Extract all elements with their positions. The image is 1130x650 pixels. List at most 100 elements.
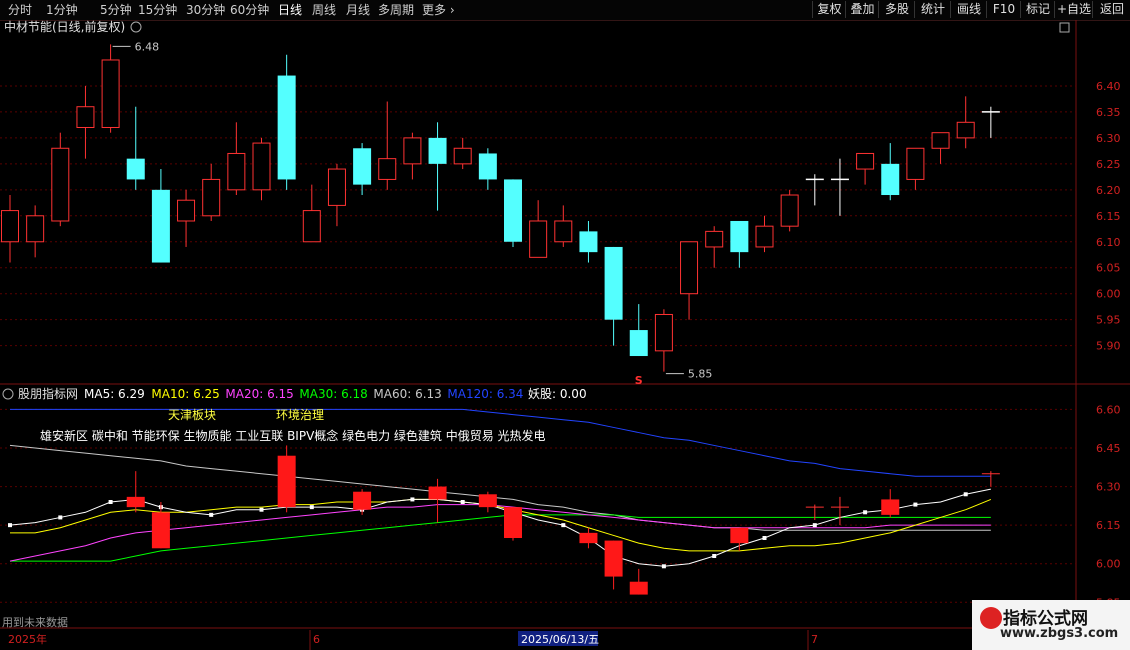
sub-candle-body-35 bbox=[881, 499, 900, 515]
main-y-tick-0: 5.90 bbox=[1096, 340, 1121, 353]
toolbar-button-2[interactable]: 多股 bbox=[878, 1, 915, 18]
ma5-dot-34 bbox=[863, 510, 868, 515]
candle-body-28 bbox=[705, 230, 724, 248]
candle-body-19 bbox=[478, 153, 497, 180]
candle-body-7 bbox=[177, 199, 196, 222]
sub-candle-body-29 bbox=[730, 527, 749, 544]
date-label-2: 2025/06/13/五 bbox=[521, 633, 599, 646]
sub-candle-body-25 bbox=[629, 581, 648, 595]
tag-label-1: 环境治理 bbox=[276, 407, 324, 422]
sub-candle-body-11 bbox=[277, 455, 296, 508]
period-tab-0[interactable]: 分时 bbox=[8, 2, 32, 18]
ma5-dot-30 bbox=[762, 536, 767, 540]
ma5-dot-16 bbox=[410, 497, 415, 502]
toolbar-button-8[interactable]: 返回 bbox=[1092, 1, 1130, 18]
ma5-dot-10 bbox=[259, 507, 264, 512]
sub-panel-title: 股朋指标网 bbox=[18, 386, 78, 401]
candle-body-1 bbox=[26, 215, 45, 243]
candle-body-0 bbox=[1, 210, 19, 243]
candle-body-34 bbox=[856, 152, 875, 170]
main-y-tick-4: 6.10 bbox=[1096, 236, 1121, 249]
sub-y-tick-5: 6.60 bbox=[1096, 403, 1121, 416]
candle-body-8 bbox=[202, 178, 221, 217]
candle-body-18 bbox=[453, 147, 472, 165]
candle-body-12 bbox=[302, 210, 321, 243]
candle-body-11 bbox=[277, 75, 296, 180]
candle-body-35 bbox=[881, 163, 900, 196]
candle-body-25 bbox=[629, 330, 648, 357]
ma-legend-1: MA10: 6.25 bbox=[151, 387, 219, 401]
ma-legend-4: MA60: 6.13 bbox=[373, 387, 441, 401]
main-y-tick-1: 5.95 bbox=[1096, 314, 1121, 327]
candle-body-23 bbox=[579, 231, 598, 253]
candle-body-36 bbox=[906, 147, 925, 180]
candle-body-26 bbox=[654, 313, 673, 352]
candle-body-22 bbox=[554, 220, 573, 243]
ma5-dot-12 bbox=[309, 505, 314, 510]
period-tab-8[interactable]: 月线 bbox=[346, 2, 370, 18]
candle-body-2 bbox=[51, 147, 70, 222]
candle-body-14 bbox=[353, 148, 372, 185]
toolbar-button-0[interactable]: 复权 bbox=[812, 1, 846, 18]
period-tab-7[interactable]: 周线 bbox=[312, 2, 336, 18]
sub-candle-body-24 bbox=[604, 540, 623, 577]
toolbar-button-6[interactable]: 标记 bbox=[1020, 1, 1055, 18]
ma-legend-5: MA120: 6.34 bbox=[447, 387, 523, 401]
candle-body-6 bbox=[151, 189, 170, 263]
ma5-dot-38 bbox=[963, 492, 968, 497]
candle-body-15 bbox=[378, 158, 397, 180]
sub-candle-body-5 bbox=[126, 496, 145, 508]
toolbar-button-7[interactable]: +自选 bbox=[1054, 1, 1093, 18]
main-y-tick-2: 6.00 bbox=[1096, 288, 1121, 301]
candle-body-16 bbox=[403, 137, 422, 165]
stock-chart[interactable]: 5.90 5.95 6.00 6.05 6.10 6.15 6.20 6.25 6.30 6.35… bbox=[0, 20, 1130, 650]
period-tab-1[interactable]: 1分钟 bbox=[46, 2, 78, 18]
tag-label-0: 天津板块 bbox=[168, 408, 216, 422]
candle-body-21 bbox=[529, 220, 548, 258]
main-y-tick-7: 6.25 bbox=[1096, 158, 1121, 171]
period-tab-5[interactable]: 60分钟 bbox=[230, 2, 269, 18]
ma5-dot-4 bbox=[108, 500, 113, 504]
candle-body-9 bbox=[227, 152, 246, 191]
sub-y-tick-4: 6.45 bbox=[1096, 442, 1121, 455]
ma5-dot-0 bbox=[8, 523, 12, 528]
ma-legend-0: MA5: 6.29 bbox=[84, 387, 145, 401]
toolbar-button-1[interactable]: 叠加 bbox=[845, 1, 879, 18]
date-label-3: 7 bbox=[811, 633, 818, 646]
ma-legend-2: MA20: 6.15 bbox=[225, 387, 293, 401]
main-panel-maximize-icon bbox=[1059, 22, 1070, 33]
low-price-label: 5.85 bbox=[688, 368, 713, 381]
ma-legend-6: 妖股: 0.00 bbox=[528, 387, 587, 401]
sub-y-tick-3: 6.30 bbox=[1096, 481, 1121, 494]
period-tab-10[interactable]: 更多 › bbox=[422, 2, 455, 18]
candle-body-27 bbox=[680, 241, 699, 295]
candle-body-10 bbox=[252, 142, 271, 191]
sub-candle-body-17 bbox=[428, 486, 447, 500]
ma5-dot-22 bbox=[561, 523, 566, 528]
ma5-dot-2 bbox=[58, 515, 63, 520]
candle-body-4 bbox=[101, 59, 120, 128]
period-tab-9[interactable]: 多周期 bbox=[378, 2, 414, 18]
candle-body-20 bbox=[504, 179, 522, 242]
main-y-tick-5: 6.15 bbox=[1096, 210, 1121, 223]
period-tab-2[interactable]: 5分钟 bbox=[100, 2, 132, 18]
sub-candle-body-6 bbox=[151, 512, 170, 549]
watermark-url: www.zbgs3.com bbox=[1000, 626, 1119, 641]
main-y-tick-9: 6.35 bbox=[1096, 106, 1121, 119]
sub-candle-body-19 bbox=[478, 494, 497, 508]
sub-y-tick-2: 6.15 bbox=[1096, 519, 1121, 532]
period-tab-6[interactable]: 日线 bbox=[278, 2, 302, 18]
period-tab-3[interactable]: 15分钟 bbox=[138, 2, 177, 18]
toolbar-button-3[interactable]: 统计 bbox=[914, 1, 951, 18]
period-tab-4[interactable]: 30分钟 bbox=[186, 2, 225, 18]
sub-y-tick-1: 6.00 bbox=[1096, 558, 1121, 571]
sell-signal-marker: S bbox=[635, 374, 643, 387]
main-panel-title: 中材节能(日线,前复权) bbox=[4, 20, 125, 34]
toolbar-button-4[interactable]: 画线 bbox=[950, 1, 987, 18]
candle-body-30 bbox=[755, 225, 774, 248]
toolbar-button-5[interactable]: F10 bbox=[986, 1, 1021, 18]
ma5-dot-28 bbox=[712, 554, 717, 558]
candle-body-13 bbox=[327, 168, 346, 206]
candle-body-37 bbox=[931, 132, 950, 149]
candle-body-5 bbox=[126, 158, 145, 180]
